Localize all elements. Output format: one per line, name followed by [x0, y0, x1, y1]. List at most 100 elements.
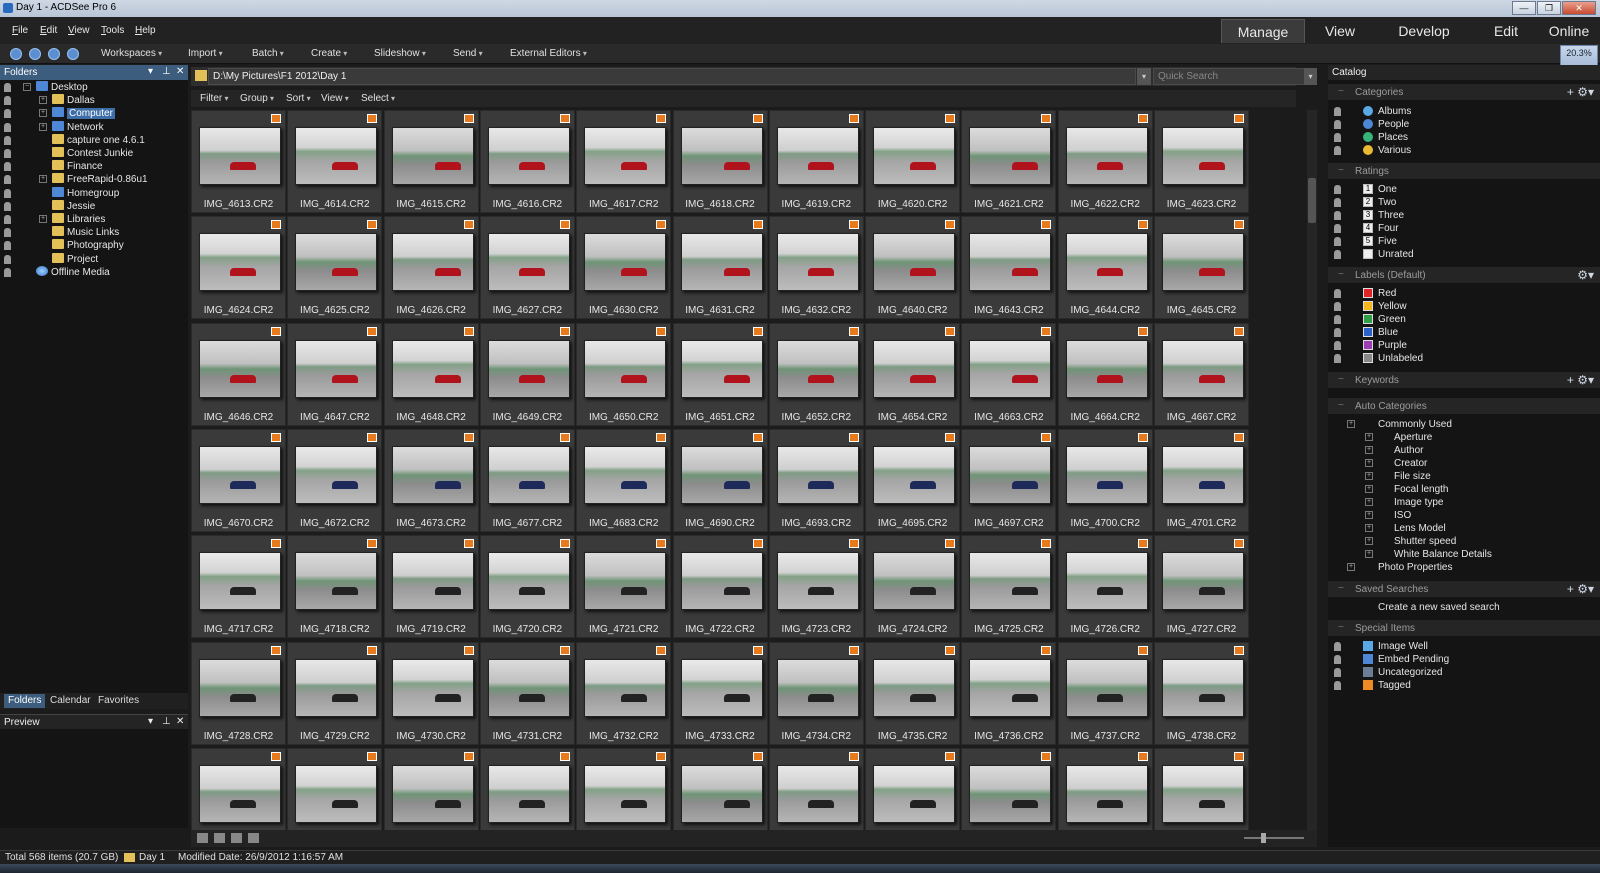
expand-toggle-icon[interactable]: +: [1347, 420, 1355, 428]
thumbnail-tile[interactable]: IMG_4733.CR2: [672, 641, 768, 745]
folder-tree-item[interactable]: Finance: [52, 160, 103, 173]
expand-toggle-icon[interactable]: +: [1365, 550, 1373, 558]
folder-tree-item[interactable]: Music Links: [52, 226, 119, 239]
pin-icon[interactable]: [1334, 681, 1341, 690]
pin-icon[interactable]: [1334, 237, 1341, 246]
close-button[interactable]: ✕: [1562, 1, 1596, 15]
section-tools-icon[interactable]: + ⚙▾: [1567, 373, 1594, 387]
filter-sort[interactable]: Sort: [286, 93, 311, 104]
catalog-item[interactable]: 4 Four: [1328, 222, 1600, 235]
catalog-item[interactable]: + Shutter speed: [1328, 535, 1600, 548]
pin-icon[interactable]: [1334, 120, 1341, 129]
toolbar-external-editors[interactable]: External Editors: [510, 48, 587, 59]
pin-icon[interactable]: [4, 215, 11, 224]
folder-tree-item[interactable]: Jessie: [52, 199, 95, 213]
pin-icon[interactable]: [4, 149, 11, 158]
thumbnail-tile[interactable]: IMG_4730.CR2: [383, 641, 479, 745]
menu-tools[interactable]: Tools: [101, 25, 124, 36]
menu-help[interactable]: Help: [135, 25, 156, 36]
pin-icon[interactable]: [1334, 642, 1341, 651]
thumbnail-tile[interactable]: [1154, 747, 1249, 830]
thumbnail-tile[interactable]: IMG_4725.CR2: [961, 535, 1057, 639]
catalog-item[interactable]: + Commonly Used: [1328, 418, 1600, 431]
expand-toggle-icon[interactable]: +: [39, 109, 47, 118]
pin-icon[interactable]: [4, 83, 11, 92]
catalog-item[interactable]: Embed Pending: [1328, 653, 1600, 666]
thumbnail-tile[interactable]: IMG_4737.CR2: [1057, 641, 1153, 745]
toolbar-workspaces[interactable]: Workspaces: [101, 48, 162, 59]
folder-tree-item[interactable]: capture one 4.6.1: [52, 133, 145, 147]
expand-toggle-icon[interactable]: +: [1365, 446, 1373, 454]
thumbnail-tile[interactable]: IMG_4613.CR2: [191, 110, 286, 213]
pin-icon[interactable]: [4, 241, 11, 251]
pin-icon[interactable]: [1334, 250, 1341, 259]
thumbnail-tile[interactable]: IMG_4693.CR2: [768, 428, 864, 532]
thumbnail-tile[interactable]: IMG_4616.CR2: [479, 110, 575, 213]
pin-icon[interactable]: [1334, 655, 1341, 664]
expand-toggle-icon[interactable]: +: [1365, 524, 1373, 532]
thumbnail-tile[interactable]: IMG_4632.CR2: [768, 216, 864, 320]
filter-view[interactable]: View: [321, 93, 349, 104]
thumbnail-tile[interactable]: IMG_4620.CR2: [865, 110, 961, 213]
thumbnail-tile[interactable]: IMG_4722.CR2: [672, 535, 768, 639]
expand-toggle-icon[interactable]: −: [23, 83, 31, 91]
thumbnail-tile[interactable]: IMG_4627.CR2: [479, 216, 575, 320]
thumbnail-tile[interactable]: IMG_4672.CR2: [287, 428, 383, 532]
thumbnail-tile[interactable]: IMG_4631.CR2: [672, 216, 768, 320]
folder-tree-item[interactable]: Photography: [52, 239, 124, 252]
thumbnail-tile[interactable]: [576, 747, 672, 830]
folder-tree-item[interactable]: Contest Junkie: [52, 147, 133, 160]
catalog-item[interactable]: 3 Three: [1328, 209, 1600, 222]
pin-icon[interactable]: [1334, 354, 1341, 363]
collapse-icon[interactable]: −: [1338, 165, 1344, 176]
expand-toggle-icon[interactable]: +: [1365, 472, 1373, 480]
catalog-item[interactable]: Uncategorized: [1328, 666, 1600, 679]
thumbnail-tile[interactable]: IMG_4648.CR2: [383, 322, 479, 426]
pin-icon[interactable]: [1334, 668, 1341, 677]
thumbnail-tile[interactable]: IMG_4649.CR2: [479, 322, 575, 426]
catalog-item[interactable]: 5 Five: [1328, 235, 1600, 248]
panel-menu-icon[interactable]: ▾: [148, 716, 153, 727]
pin-icon[interactable]: [1334, 328, 1341, 337]
refresh-icon[interactable]: [67, 48, 79, 60]
catalog-item[interactable]: Unrated: [1328, 248, 1600, 261]
folder-tree-item[interactable]: FreeRapid-0.86u1: [52, 173, 148, 186]
thumbnail-tile[interactable]: IMG_4690.CR2: [672, 428, 768, 532]
pin-icon[interactable]: [1334, 211, 1341, 220]
thumbnail-tile[interactable]: IMG_4720.CR2: [479, 535, 575, 639]
pin-icon[interactable]: [4, 254, 11, 264]
catalog-item[interactable]: + ISO: [1328, 509, 1600, 522]
catalog-section-header[interactable]: − Special Items: [1328, 620, 1600, 636]
toolbar-create[interactable]: Create: [311, 48, 347, 59]
expand-toggle-icon[interactable]: +: [39, 215, 47, 223]
thumbnail-tile[interactable]: IMG_4670.CR2: [191, 428, 286, 532]
pin-icon[interactable]: [1334, 341, 1341, 350]
catalog-item[interactable]: + Lens Model: [1328, 522, 1600, 535]
folder-tree-item[interactable]: Project: [52, 252, 98, 266]
section-tools-icon[interactable]: ⚙▾: [1577, 268, 1594, 282]
thumbnail-tile[interactable]: [287, 747, 383, 830]
catalog-item[interactable]: People: [1328, 118, 1600, 131]
thumbnail-tile[interactable]: IMG_4734.CR2: [768, 641, 864, 745]
thumbnail-tile[interactable]: IMG_4695.CR2: [865, 428, 961, 532]
thumbnail-tile[interactable]: IMG_4664.CR2: [1057, 322, 1153, 426]
scrollbar-thumb[interactable]: [1308, 178, 1316, 223]
pin-icon[interactable]: [1334, 224, 1341, 233]
catalog-item[interactable]: Various: [1328, 144, 1600, 157]
folder-tree-item[interactable]: Desktop: [36, 81, 88, 94]
section-tools-icon[interactable]: + ⚙▾: [1567, 582, 1594, 596]
thumbnail-tile[interactable]: IMG_4652.CR2: [768, 322, 864, 426]
thumbnail-tile[interactable]: IMG_4625.CR2: [287, 216, 383, 320]
catalog-item[interactable]: 1 One: [1328, 183, 1600, 196]
thumbnail-tile[interactable]: IMG_4673.CR2: [383, 428, 479, 532]
thumbnail-tile[interactable]: IMG_4650.CR2: [576, 322, 672, 426]
view-mode-icon[interactable]: [197, 833, 208, 843]
thumbnail-tile[interactable]: IMG_4614.CR2: [287, 110, 383, 213]
thumbnail-tile[interactable]: IMG_4621.CR2: [961, 110, 1057, 213]
thumbnail-tile[interactable]: IMG_4731.CR2: [479, 641, 575, 745]
back-icon[interactable]: [10, 48, 22, 60]
forward-icon[interactable]: [29, 48, 41, 60]
pin-icon[interactable]: [1334, 302, 1341, 311]
menu-view[interactable]: View: [68, 25, 90, 36]
pin-icon[interactable]: [4, 267, 11, 277]
